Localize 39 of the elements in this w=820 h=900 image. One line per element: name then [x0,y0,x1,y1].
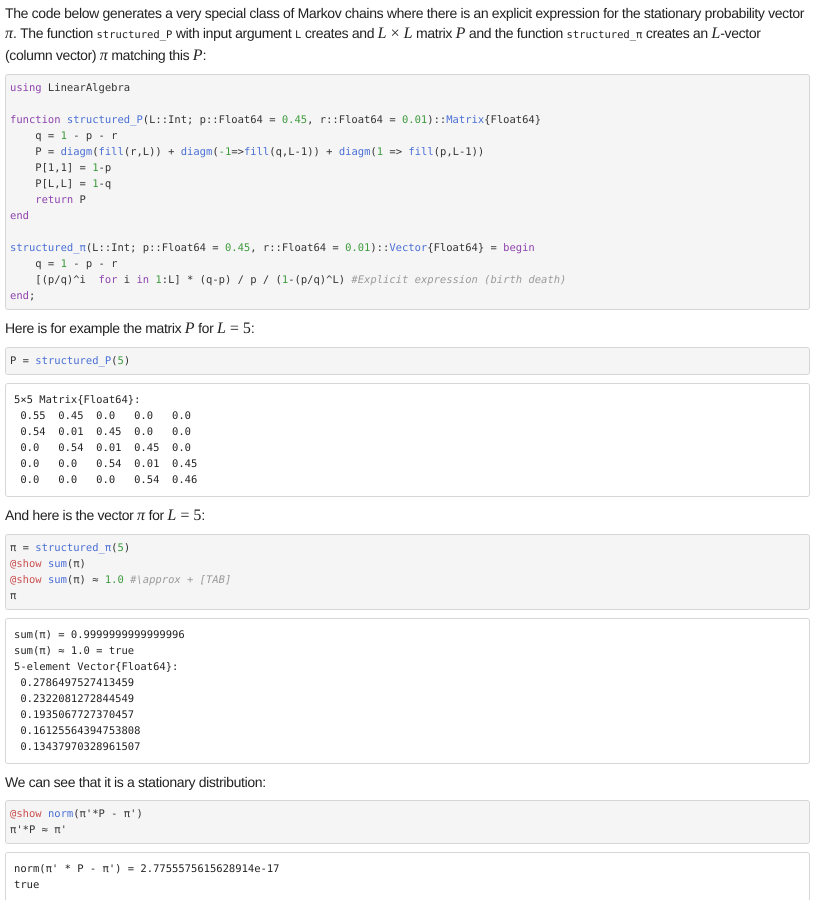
paragraph: And here is the vector π for L = 5: [5,506,206,526]
output-line: 0.0 0.0 0.0 0.54 0.46 [19,473,198,488]
code-line: P[L,L] = 1-q [34,177,112,192]
code-line: end [10,209,29,224]
output-line: 0.55 0.45 0.0 0.0 0.0 [19,409,192,424]
code-line: q = 1 - p - r [34,257,118,272]
code-line: structured_π(L::Int; p::Float64 = 0.45, r::Float64 = 0.01)::Vector{Float64} = begin [10,241,535,256]
output-line: 0.0 0.0 0.54 0.01 0.45 [19,457,198,472]
code-line: end; [10,289,36,304]
paragraph: The code below generates a very special class of Markov chains where there is an explicit expression for the stationary probability vector π. The function structured_P with input argument L creates and L × L matrix P and the function structured_π creates an L-vector (column vector) π matching this P: [5,4,806,66]
output-line: 0.13437970328961507 [19,740,140,755]
code-line: π'*P ≈ π' [10,823,67,838]
output-line: 0.2322081272844549 [19,692,134,707]
output-line: 0.0 0.54 0.01 0.45 0.0 [19,441,192,456]
output-line: 0.2786497527413459 [19,676,134,691]
code-line: π = structured_π(5) [10,541,130,556]
code-line: @show sum(π) [10,557,86,572]
output-line: 0.54 0.01 0.45 0.0 0.0 [19,425,192,440]
code-line: return P [34,193,86,208]
code-line: π [10,589,16,604]
output-line: norm(π' * P - π') = 2.7755575615628914e-17 [14,862,280,877]
code-line: P = diagm(fill(r,L)) + diagm(-1=>fill(q,L-1)) + diagm(1 => fill(p,L-1)) [34,145,484,160]
code-line: @show sum(π) ≈ 1.0 #\approx + [TAB] [10,573,232,588]
output-line: 5-element Vector{Float64}: [14,660,178,675]
output-line: sum(π) = 0.9999999999999996 [14,628,185,643]
output-line: 0.1935067727370457 [19,708,134,723]
paragraph: We can see that it is a stationary distribution: [5,773,267,792]
code-line: using LinearAlgebra [10,81,130,96]
code-line: @show norm(π'*P - π') [10,807,143,822]
output-line: sum(π) ≈ 1.0 = true [14,644,134,659]
output-line: true [14,878,40,893]
output-line: 0.16125564394753808 [19,724,140,739]
code-line: function structured_P(L::Int; p::Float64 = 0.45, r::Float64 = 0.01)::Matrix{Float64} [10,113,542,128]
code-line: [(p/q)^i for i in 1:L] * (q-p) / p / (1-(p/q)^L) #Explicit expression (birth death) [34,273,566,288]
code-line: P[1,1] = 1-p [34,161,112,176]
output-line: 5×5 Matrix{Float64}: [14,393,140,408]
paragraph: Here is for example the matrix P for L = 5: [5,319,256,339]
code-line: q = 1 - p - r [34,129,118,144]
code-line: P = structured_P(5) [10,354,130,369]
